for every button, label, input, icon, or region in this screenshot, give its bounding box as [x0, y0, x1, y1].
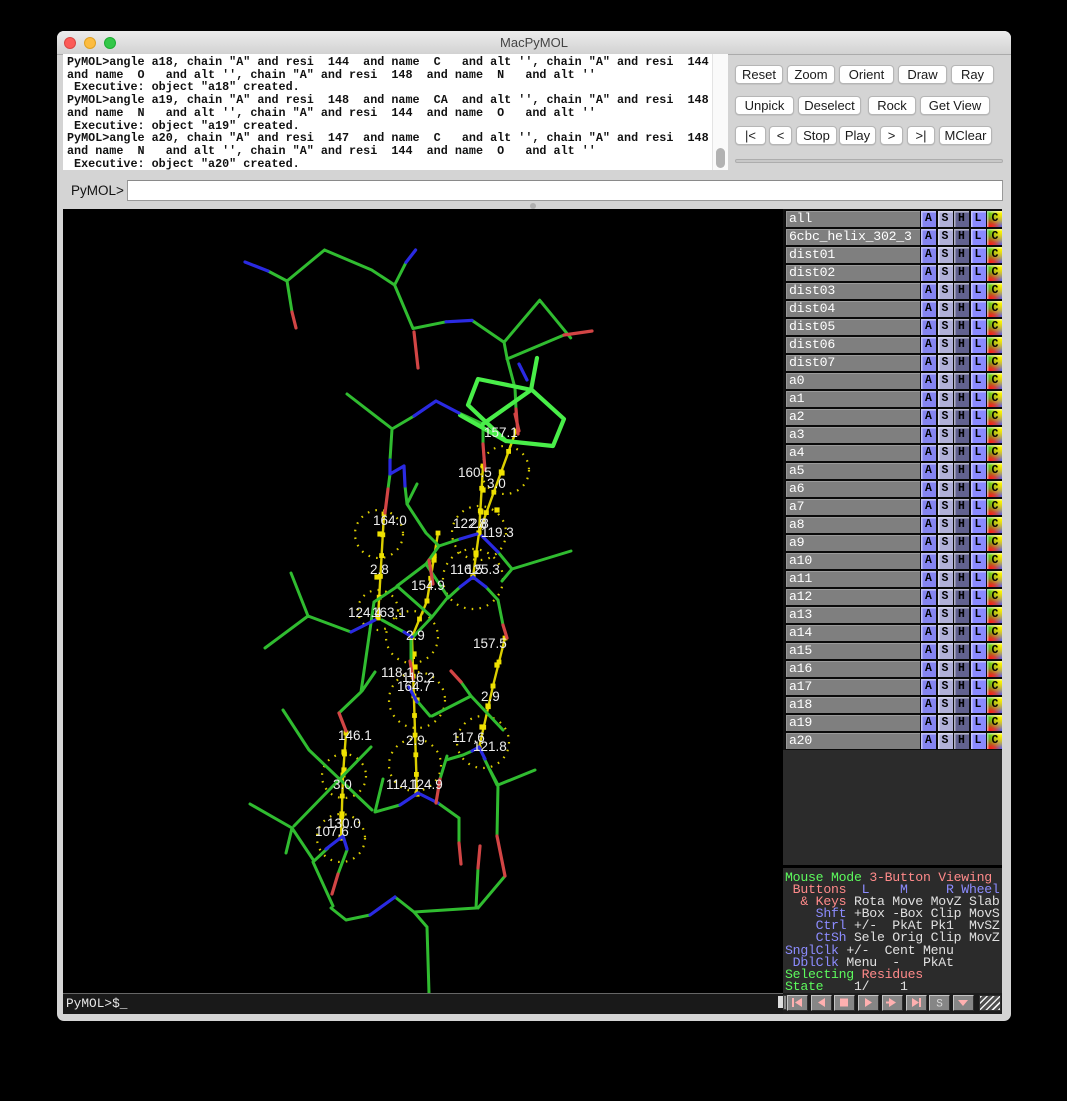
svg-text:163.1: 163.1: [372, 605, 406, 620]
svg-text:154.9: 154.9: [411, 578, 445, 593]
svg-text:164.7: 164.7: [397, 679, 431, 694]
svg-text:3.0: 3.0: [487, 476, 506, 491]
svg-text:107.6: 107.6: [315, 824, 349, 839]
svg-text:157.1: 157.1: [484, 425, 518, 440]
svg-text:125.3: 125.3: [466, 562, 500, 577]
svg-text:2.9: 2.9: [481, 689, 500, 704]
svg-text:157.5: 157.5: [473, 636, 507, 651]
svg-text:2.8: 2.8: [370, 562, 389, 577]
svg-text:S: S: [936, 999, 943, 1010]
svg-text:2.9: 2.9: [406, 628, 425, 643]
svg-text:119.3: 119.3: [481, 525, 514, 540]
svg-text:146.1: 146.1: [338, 728, 372, 743]
svg-text:124.9: 124.9: [409, 777, 443, 792]
svg-text:121.8: 121.8: [473, 739, 507, 754]
svg-text:2.9: 2.9: [406, 733, 425, 748]
svg-text:3.0: 3.0: [333, 777, 352, 792]
svg-text:164.0: 164.0: [373, 513, 407, 528]
